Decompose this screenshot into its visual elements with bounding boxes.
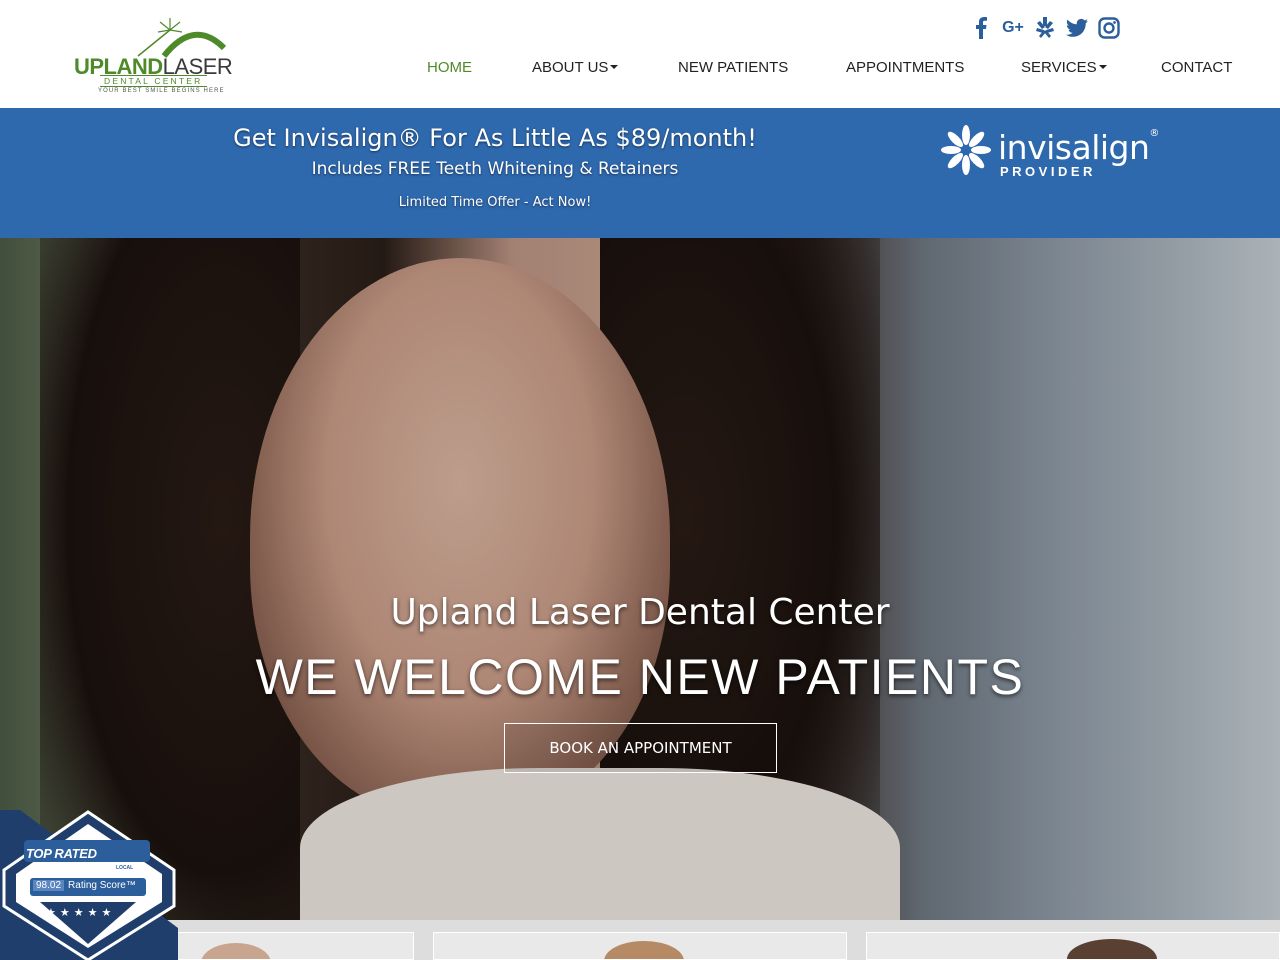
hero-banner: Upland Laser Dental Center WE WELCOME NE… [0,238,1280,928]
nav-services[interactable]: SERVICES [1021,59,1107,76]
laser-arc-icon [137,18,227,58]
badge-score-label: Rating Score™ [68,880,136,891]
nav-contact[interactable]: CONTACT [1161,59,1232,76]
nav-about-us[interactable]: ABOUT US [532,59,619,76]
invisalign-word: invisalign [998,128,1150,167]
invisalign-provider-label: PROVIDER [1000,164,1096,179]
badge-score: 98.02 Rating Score™ [33,880,136,891]
invisalign-promo-banner[interactable]: Get Invisalign® For As Little As $89/mon… [0,108,1280,238]
facebook-icon[interactable] [970,16,992,40]
instagram-icon[interactable] [1098,16,1120,40]
thumbnail-1[interactable] [140,932,414,960]
site-logo[interactable]: UPLANDLASER DENTAL CENTER YOUR BEST SMIL… [74,18,264,94]
caret-down-icon [610,65,619,70]
nav-appointments[interactable]: APPOINTMENTS [846,59,964,76]
badge-score-value: 98.02 [33,880,65,891]
nav-contact-label: CONTACT [1161,59,1233,76]
bottom-thumbnail-strip [0,920,1280,960]
hero-subtitle: Upland Laser Dental Center [390,592,890,633]
hero-overlay [0,238,1280,928]
nav-services-label: SERVICES [1021,59,1097,76]
nav-home-label: HOME [427,59,472,76]
nav-new-patients[interactable]: NEW PATIENTS [678,59,788,76]
nav-new-patients-label: NEW PATIENTS [678,59,789,76]
social-links: G+ [970,16,1120,40]
twitter-icon[interactable] [1066,16,1088,40]
site-header: UPLANDLASER DENTAL CENTER YOUR BEST SMIL… [0,0,1280,108]
promo-note: Limited Time Offer - Act Now! [398,195,592,210]
book-appointment-button[interactable]: BOOK AN APPOINTMENT [504,723,777,773]
hero-title: WE WELCOME NEW PATIENTS [255,649,1025,705]
invisalign-provider-logo: invisalign® PROVIDER [940,122,1160,182]
invisalign-wordmark: invisalign® [998,128,1159,167]
invisalign-registered: ® [1149,128,1159,139]
thumbnail-2[interactable] [433,932,847,960]
badge-stars: ★★★★★ [46,907,116,919]
yelp-icon[interactable] [1034,16,1056,40]
badge-label: TOP RATED [26,846,97,861]
invisalign-star-icon [941,125,991,175]
logo-tagline: YOUR BEST SMILE BEGINS HERE [98,88,225,94]
nav-about-label: ABOUT US [532,59,609,76]
promo-title: Get Invisalign® For As Little As $89/mon… [233,124,757,152]
promo-subtitle: Includes FREE Teeth Whitening & Retainer… [311,159,679,179]
thumbnail-3[interactable] [866,932,1280,960]
nav-appointments-label: APPOINTMENTS [846,59,965,76]
badge-local: LOCAL [116,865,134,871]
logo-subtitle: DENTAL CENTER [100,75,207,87]
caret-down-icon [1098,65,1107,70]
nav-home[interactable]: HOME [427,59,472,76]
google-plus-icon[interactable]: G+ [1002,16,1024,40]
top-rated-badge[interactable]: TOP RATED LOCAL 98.02 Rating Score™ ★★★★★ [0,808,178,960]
